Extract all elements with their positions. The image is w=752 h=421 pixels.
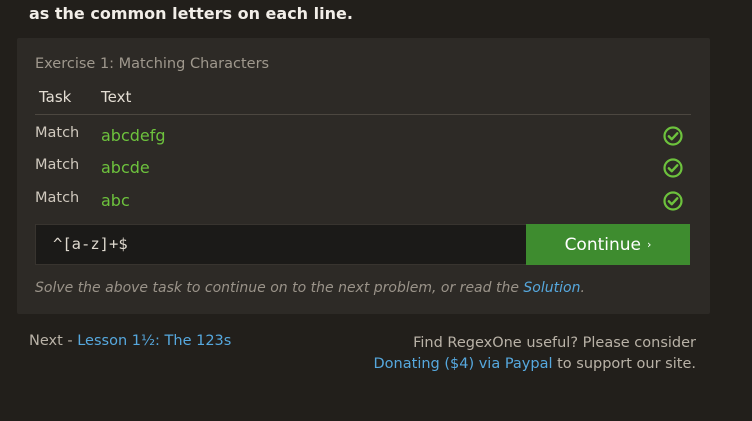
intro-text: as the common letters on each line. <box>29 4 353 23</box>
donation-promo: Find RegexOne useful? Please consider Do… <box>374 333 696 375</box>
check-icon <box>663 191 683 211</box>
exercise-panel: Exercise 1: Matching Characters Task Tex… <box>17 38 710 314</box>
continue-label: Continue <box>564 234 642 255</box>
row-task: Match <box>35 157 80 173</box>
chevron-right-icon: › <box>647 238 652 251</box>
hint-suffix: . <box>580 280 585 296</box>
promo-line: Find RegexOne useful? Please consider <box>413 335 696 351</box>
column-header-task: Task <box>39 88 72 106</box>
exercise-title: Exercise 1: Matching Characters <box>35 56 270 72</box>
hint-prefix: Solve the above task to continue on to t… <box>35 280 524 296</box>
check-icon <box>663 126 683 146</box>
check-icon <box>663 158 683 178</box>
header-divider <box>35 114 691 115</box>
table-row: Match abcdefg <box>35 121 691 147</box>
row-task: Match <box>35 125 80 141</box>
hint-text: Solve the above task to continue on to t… <box>35 280 585 296</box>
solution-link[interactable]: Solution <box>523 280 580 296</box>
next-lesson-link[interactable]: Lesson 1½: The 123s <box>77 333 231 349</box>
row-text: abcdefg <box>101 126 166 145</box>
row-text: abcde <box>101 158 150 177</box>
continue-button[interactable]: Continue › <box>526 224 690 265</box>
promo-suffix: to support our site. <box>552 356 696 372</box>
next-lesson: Next - Lesson 1½: The 123s <box>29 333 231 349</box>
table-row: Match abcde <box>35 153 691 179</box>
table-row: Match abc <box>35 186 691 212</box>
column-header-text: Text <box>101 88 132 106</box>
donate-link[interactable]: Donating ($4) via Paypal <box>374 356 553 372</box>
row-task: Match <box>35 190 80 206</box>
row-text: abc <box>101 191 130 210</box>
regex-answer-input[interactable]: ^[a-z]+$ <box>35 224 527 265</box>
next-prefix: Next - <box>29 333 78 349</box>
